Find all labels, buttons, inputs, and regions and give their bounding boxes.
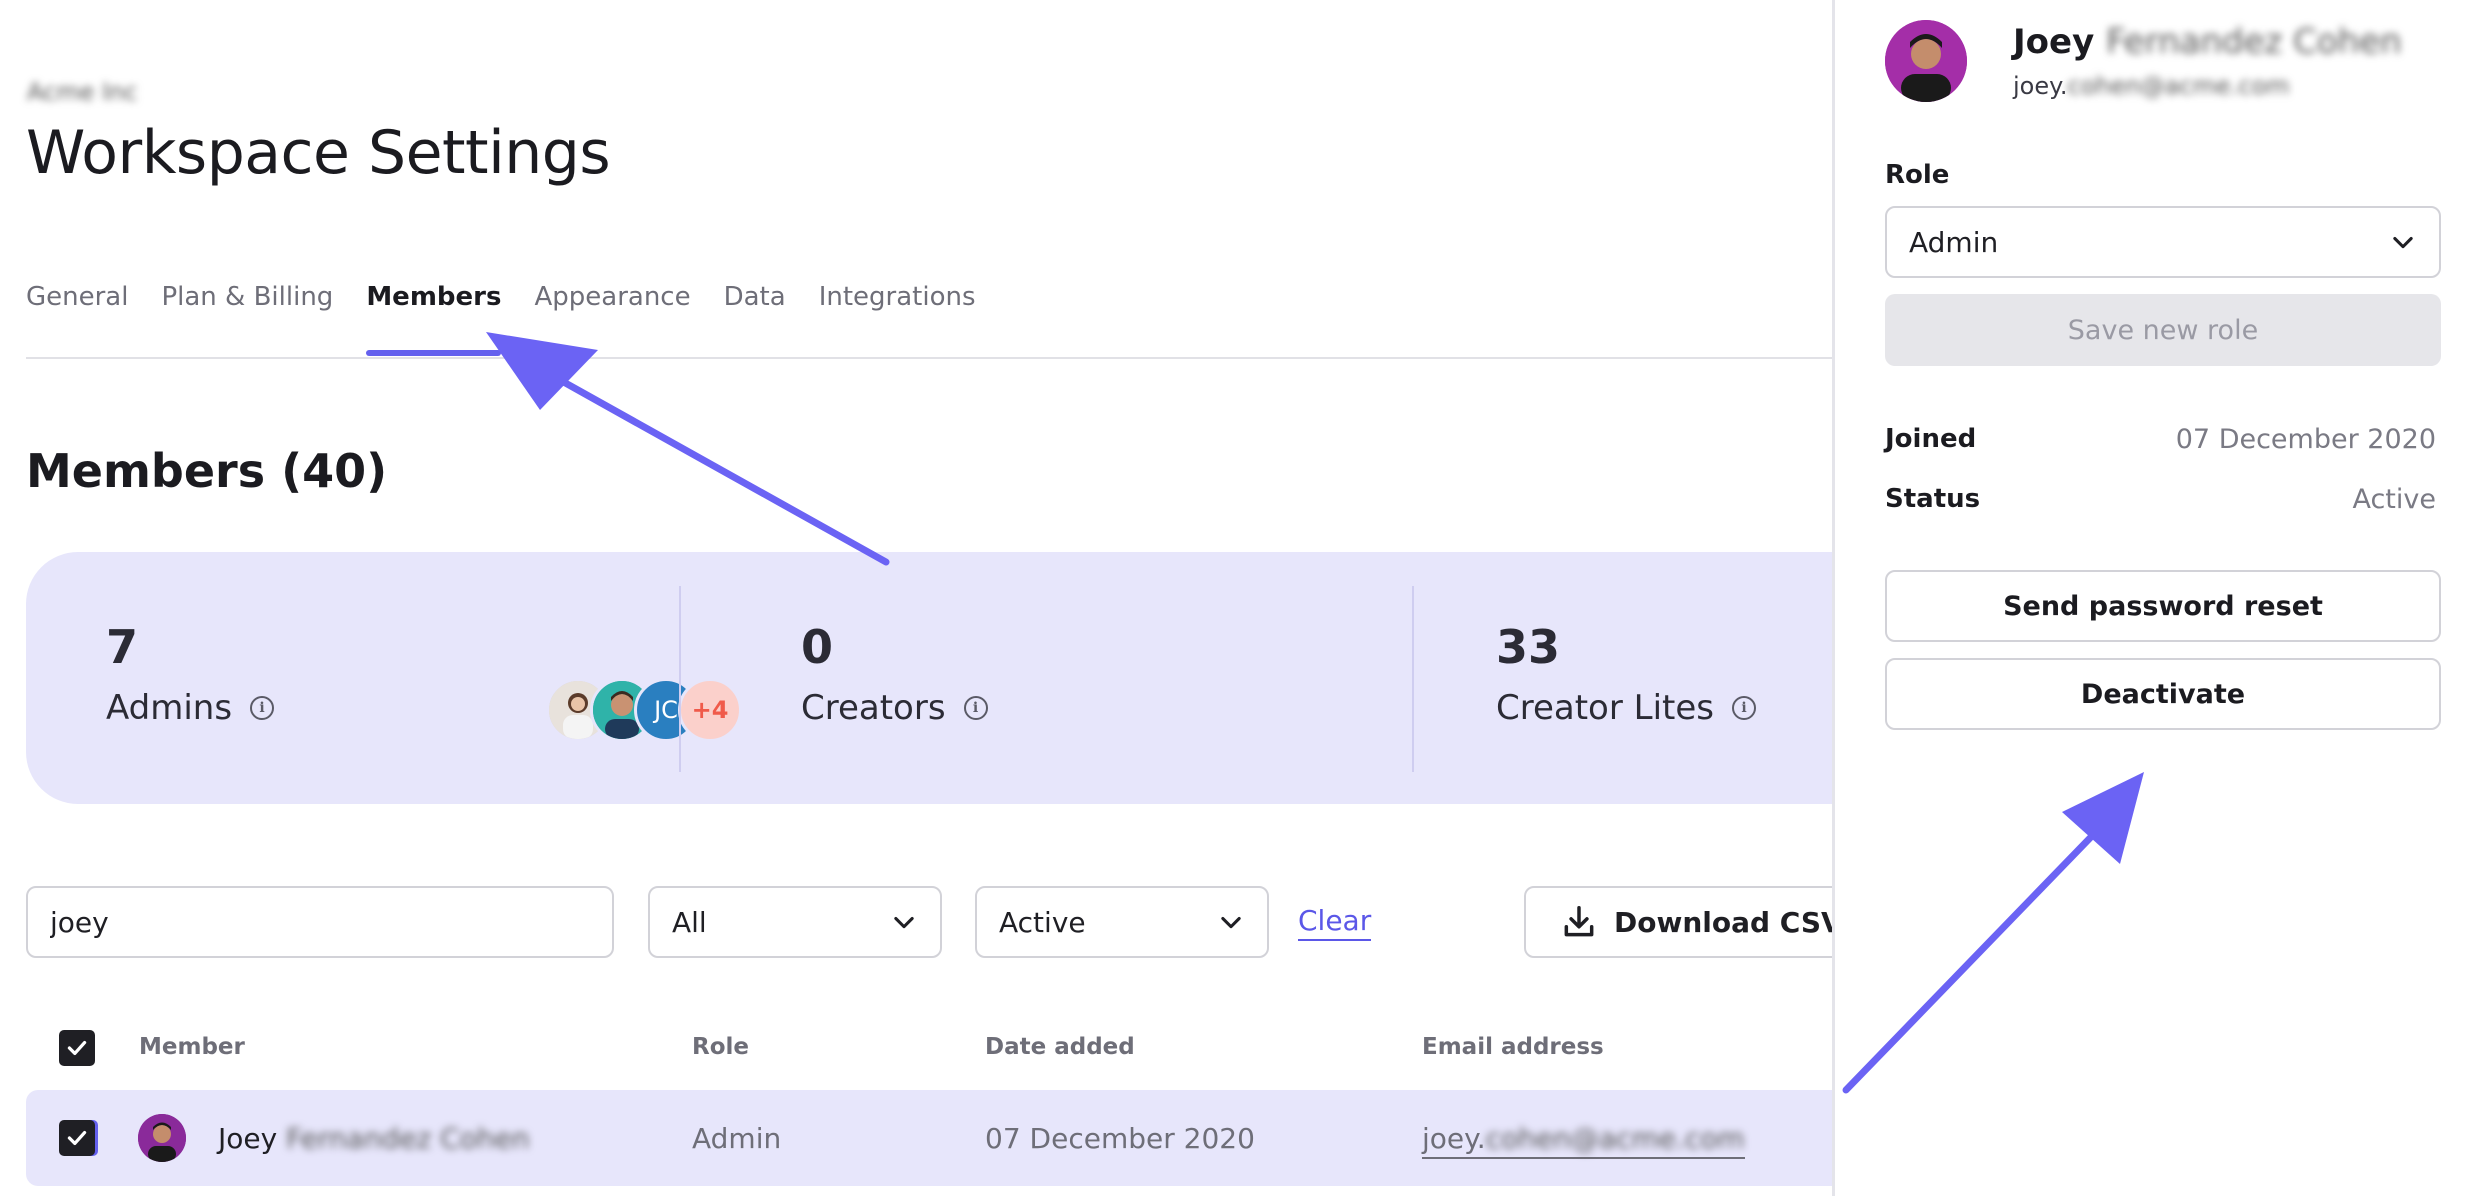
download-csv-button[interactable]: Download CSV (1524, 886, 1832, 958)
members-heading: Members (40) (26, 444, 388, 498)
admins-label: Admins (106, 688, 233, 728)
member-stats-card: 7 Admins i JC +4 0 Creators i 33 Creator… (26, 552, 1832, 804)
tab-members[interactable]: Members (366, 280, 502, 356)
avatar (1885, 20, 1967, 102)
workspace-name: Acme Inc (27, 78, 138, 106)
panel-first-name: Joey (2013, 22, 2095, 62)
more-admins-badge: +4 (678, 678, 742, 742)
settings-main: Acme Inc Workspace Settings General Plan… (0, 0, 1832, 1196)
deactivate-button[interactable]: Deactivate (1885, 658, 2441, 730)
tabs-divider (26, 357, 1832, 359)
member-last-name-redacted: Fernandez Cohen (286, 1122, 530, 1155)
avatar (138, 1114, 186, 1162)
tab-appearance[interactable]: Appearance (534, 280, 690, 356)
member-role: Admin (692, 1122, 782, 1155)
creator-lites-label: Creator Lites (1496, 688, 1714, 728)
creators-label-row: Creators i (801, 688, 988, 728)
creators-count: 0 (801, 620, 834, 674)
admins-count: 7 (106, 620, 139, 674)
clear-filters-link[interactable]: Clear (1298, 904, 1372, 941)
stat-divider (679, 586, 681, 772)
member-email-visible: joey. (1422, 1122, 1486, 1155)
status-filter-value: Active (999, 905, 1086, 939)
admin-avatar-stack[interactable]: JC +4 (546, 678, 742, 742)
column-header-role[interactable]: Role (692, 1034, 749, 1060)
status-value: Active (2352, 484, 2436, 515)
chevron-down-icon (2393, 236, 2413, 249)
checkmark-icon (67, 1130, 87, 1146)
member-date-added: 07 December 2020 (985, 1122, 1255, 1155)
creator-lites-count: 33 (1496, 620, 1561, 674)
row-checkbox[interactable] (59, 1120, 95, 1156)
download-icon (1564, 906, 1594, 937)
role-label: Role (1885, 160, 1950, 190)
role-filter-value: All (672, 905, 707, 939)
info-icon[interactable]: i (250, 696, 275, 720)
chevron-down-icon (894, 916, 914, 929)
status-label: Status (1885, 484, 1981, 514)
admins-label-row: Admins i (106, 688, 275, 728)
info-icon[interactable]: i (1732, 696, 1756, 720)
member-search-input[interactable] (50, 905, 590, 939)
tab-integrations[interactable]: Integrations (819, 280, 976, 356)
role-select[interactable]: Admin (1885, 206, 2441, 278)
joined-label: Joined (1885, 424, 1977, 454)
admins-stat: 7 Admins i JC +4 (106, 552, 742, 804)
panel-member-email: joey.cohen@acme.com (2013, 72, 2290, 100)
tab-plan-billing[interactable]: Plan & Billing (161, 280, 333, 356)
tab-data[interactable]: Data (724, 280, 786, 356)
download-csv-label: Download CSV (1614, 905, 1832, 939)
member-search-field[interactable] (26, 886, 614, 958)
column-header-member[interactable]: Member (139, 1034, 245, 1060)
stat-divider (1412, 586, 1414, 772)
role-select-value: Admin (1909, 225, 1999, 259)
checkmark-icon (67, 1040, 87, 1056)
send-password-reset-button[interactable]: Send password reset (1885, 570, 2441, 642)
members-table-header: Member Role Date added Email address (26, 1020, 1832, 1072)
info-icon[interactable]: i (963, 696, 988, 720)
column-header-date-added[interactable]: Date added (985, 1034, 1135, 1060)
member-first-name: Joey (218, 1122, 278, 1155)
creator-lites-stat: 33 Creator Lites i (1496, 552, 1832, 804)
panel-member-name: Joey Fernandez Cohen (2013, 22, 2402, 62)
settings-tabs: General Plan & Billing Members Appearanc… (26, 280, 1009, 356)
table-row[interactable]: Joey Fernandez Cohen Admin 07 December 2… (26, 1090, 1832, 1186)
member-email-redacted: cohen@acme.com (1485, 1122, 1745, 1155)
select-all-checkbox[interactable] (59, 1030, 95, 1066)
member-name[interactable]: Joey Fernandez Cohen (218, 1122, 530, 1155)
member-email-link[interactable]: joey.cohen@acme.com (1422, 1122, 1745, 1159)
role-filter-select[interactable]: All (648, 886, 942, 958)
member-detail-panel: Joey Fernandez Cohen joey.cohen@acme.com… (1832, 0, 2470, 1196)
panel-email-visible: joey. (2013, 72, 2068, 100)
creator-lites-label-row: Creator Lites i (1496, 688, 1756, 728)
panel-last-name-redacted: Fernandez Cohen (2106, 22, 2402, 62)
save-new-role-button[interactable]: Save new role (1885, 294, 2441, 366)
page-title: Workspace Settings (26, 118, 611, 188)
creators-label: Creators (801, 688, 946, 728)
chevron-down-icon (1221, 916, 1241, 929)
joined-value: 07 December 2020 (2175, 424, 2436, 455)
tab-general[interactable]: General (26, 280, 128, 356)
panel-email-redacted: cohen@acme.com (2067, 72, 2290, 100)
column-header-email[interactable]: Email address (1422, 1034, 1604, 1060)
creators-stat: 0 Creators i (801, 552, 1401, 804)
status-filter-select[interactable]: Active (975, 886, 1269, 958)
